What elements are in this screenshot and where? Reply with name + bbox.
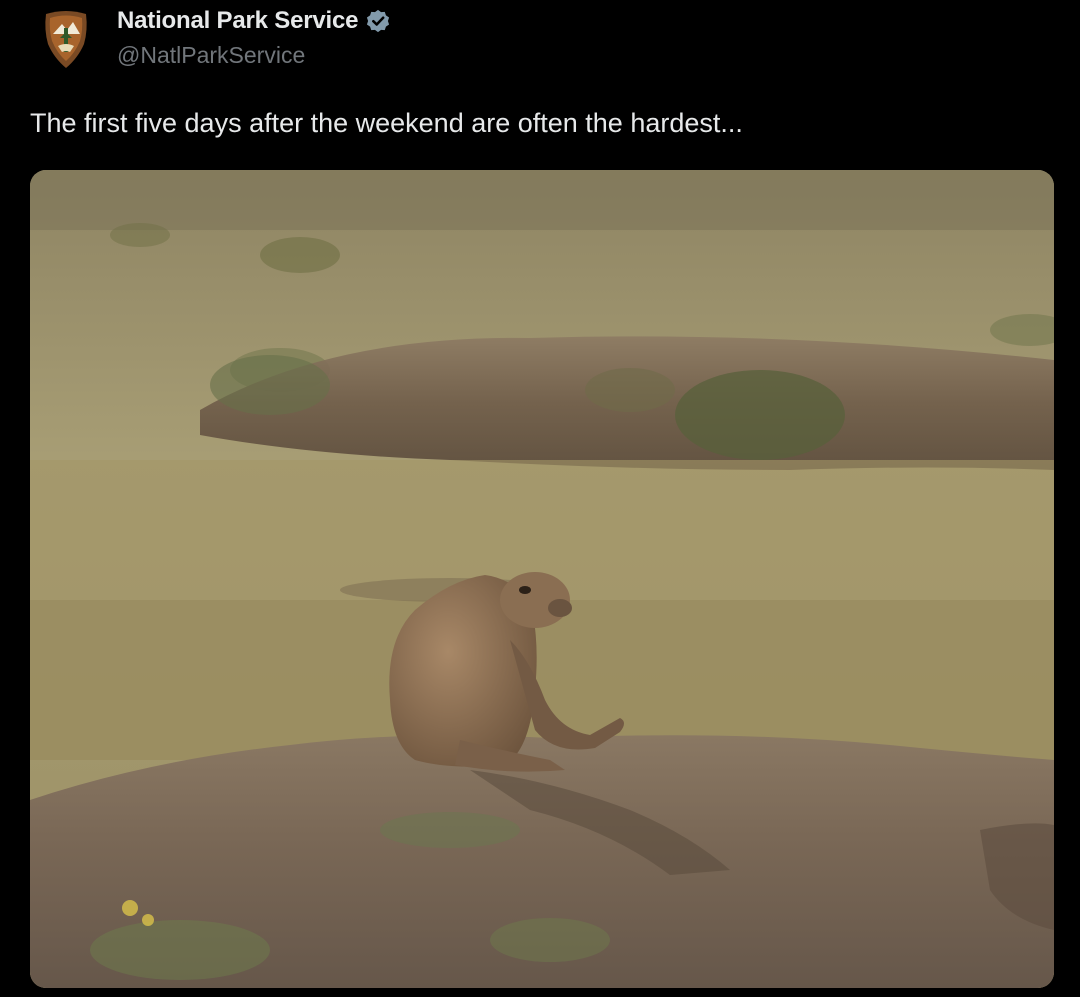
avatar[interactable] — [40, 8, 92, 70]
tweet-text: The first five days after the weekend ar… — [30, 108, 743, 138]
prairie-dog-photo — [30, 170, 1054, 988]
verified-badge-icon — [364, 7, 392, 35]
tweet-photo[interactable] — [30, 170, 1054, 988]
author-handle[interactable]: @NatlParkService — [117, 42, 392, 69]
tweet-card: National Park Service @NatlParkService T… — [0, 0, 1080, 997]
tweet-author: National Park Service @NatlParkService — [117, 6, 392, 69]
nps-arrowhead-logo-icon — [45, 11, 87, 68]
author-name-row: National Park Service — [117, 6, 392, 36]
author-display-name[interactable]: National Park Service — [117, 7, 358, 35]
